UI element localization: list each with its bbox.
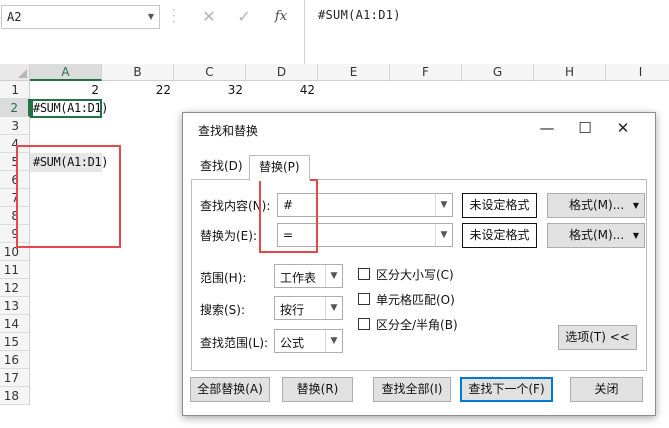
cell-a1[interactable]: 2 xyxy=(30,81,102,99)
match-width-checkbox[interactable]: 区分全/半角(B) xyxy=(358,316,478,332)
replace-all-button[interactable]: 全部替换(A) xyxy=(190,377,270,402)
search-order-label: 搜索(S): xyxy=(200,303,246,317)
match-entire-cell-label: 单元格匹配(O) xyxy=(376,293,455,307)
minimize-icon[interactable]: — xyxy=(533,116,561,140)
cell-b1[interactable]: 22 xyxy=(102,81,174,99)
scope-label: 范围(H): xyxy=(200,271,247,285)
scope-select[interactable]: 工作表 ▼ xyxy=(274,264,343,288)
row-header-1[interactable]: 1 xyxy=(0,81,30,99)
find-format-preview: 未设定格式 xyxy=(462,193,537,218)
row-header-3[interactable]: 3 xyxy=(0,117,30,135)
formula-bar: A2 ▼ · · · ✕ ✓ fx #SUM(A1:D1) xyxy=(0,0,669,64)
row-header-2[interactable]: 2 xyxy=(0,99,30,117)
chevron-down-icon[interactable]: ▼ xyxy=(148,12,154,21)
column-header-a[interactable]: A xyxy=(30,64,102,81)
replace-format-label: 格式(M)... xyxy=(569,228,625,242)
scope-value: 工作表 xyxy=(280,271,317,285)
chevron-down-icon[interactable]: ▼ xyxy=(325,265,342,287)
find-format-button[interactable]: 格式(M)... ▼ xyxy=(547,193,645,218)
look-in-label: 查找范围(L): xyxy=(200,336,269,350)
row-header-16[interactable]: 16 xyxy=(0,351,30,369)
chevron-down-icon[interactable]: ▼ xyxy=(325,297,342,319)
replace-with-label: 替换为(E): xyxy=(200,229,257,243)
column-header-c[interactable]: C xyxy=(174,64,246,81)
chevron-down-icon[interactable]: ▼ xyxy=(435,194,452,216)
row-header-18[interactable]: 18 xyxy=(0,387,30,405)
row-header-17[interactable]: 17 xyxy=(0,369,30,387)
tab-replace[interactable]: 替换(P) xyxy=(249,155,310,181)
column-header-f[interactable]: F xyxy=(390,64,462,81)
column-header-e[interactable]: E xyxy=(318,64,390,81)
match-case-checkbox[interactable]: 区分大小写(C) xyxy=(358,266,478,282)
formula-text: #SUM(A1:D1) xyxy=(318,8,401,22)
checkbox-box[interactable] xyxy=(358,318,370,330)
look-in-value: 公式 xyxy=(280,336,305,350)
match-case-label: 区分大小写(C) xyxy=(376,268,454,282)
column-header-b[interactable]: B xyxy=(102,64,174,81)
cell-c1[interactable]: 32 xyxy=(174,81,246,99)
options-button[interactable]: 选项(T) << xyxy=(558,325,637,350)
row-header-11[interactable]: 11 xyxy=(0,261,30,279)
match-entire-cell-checkbox[interactable]: 单元格匹配(O) xyxy=(358,291,478,307)
enter-icon[interactable]: ✓ xyxy=(233,6,255,28)
insert-function-icon[interactable]: fx xyxy=(270,6,292,28)
close-icon[interactable]: ✕ xyxy=(609,116,637,140)
chevron-down-icon[interactable]: ▼ xyxy=(435,224,452,246)
annotation-box-inputs xyxy=(259,179,318,253)
row-header-13[interactable]: 13 xyxy=(0,297,30,315)
column-header-i[interactable]: I xyxy=(606,64,669,81)
column-header-g[interactable]: G xyxy=(462,64,534,81)
match-width-label: 区分全/半角(B) xyxy=(376,318,458,332)
maximize-icon[interactable]: ☐ xyxy=(571,116,599,140)
annotation-box-cells xyxy=(16,145,121,248)
row-header-15[interactable]: 15 xyxy=(0,333,30,351)
column-header-d[interactable]: D xyxy=(246,64,318,81)
row-header-14[interactable]: 14 xyxy=(0,315,30,333)
column-header-h[interactable]: H xyxy=(534,64,606,81)
replace-format-button[interactable]: 格式(M)... ▼ xyxy=(547,223,645,248)
name-box[interactable]: A2 ▼ xyxy=(1,5,160,29)
tab-find[interactable]: 查找(D) xyxy=(191,155,252,180)
replace-format-preview: 未设定格式 xyxy=(462,223,537,248)
find-replace-dialog: 查找和替换 — ☐ ✕ 查找(D) 替换(P) 查找内容(N): # ▼ 未设定… xyxy=(182,112,656,416)
checkbox-box[interactable] xyxy=(358,268,370,280)
close-button[interactable]: 关闭 xyxy=(570,377,643,402)
cell-d1[interactable]: 42 xyxy=(246,81,318,99)
search-order-value: 按行 xyxy=(280,303,305,317)
checkbox-box[interactable] xyxy=(358,293,370,305)
replace-button[interactable]: 替换(R) xyxy=(282,377,353,402)
find-next-button[interactable]: 查找下一个(F) xyxy=(460,377,553,402)
drag-handle-icon[interactable]: · · · xyxy=(172,4,176,28)
select-all-corner[interactable] xyxy=(0,64,30,81)
select-all-icon xyxy=(18,69,27,78)
name-box-value: A2 xyxy=(7,10,22,24)
find-format-label: 格式(M)... xyxy=(569,198,625,212)
cancel-icon[interactable]: ✕ xyxy=(198,6,220,28)
caret-down-icon: ▼ xyxy=(632,201,639,210)
edit-caret xyxy=(31,101,33,116)
caret-down-icon: ▼ xyxy=(632,231,639,240)
find-all-button[interactable]: 查找全部(I) xyxy=(373,377,451,402)
row-header-12[interactable]: 12 xyxy=(0,279,30,297)
chevron-down-icon[interactable]: ▼ xyxy=(325,330,342,352)
search-order-select[interactable]: 按行 ▼ xyxy=(274,296,343,320)
formula-input[interactable]: #SUM(A1:D1) xyxy=(304,0,669,64)
active-cell-border xyxy=(30,99,102,118)
look-in-select[interactable]: 公式 ▼ xyxy=(274,329,343,353)
dialog-title: 查找和替换 xyxy=(198,124,259,138)
